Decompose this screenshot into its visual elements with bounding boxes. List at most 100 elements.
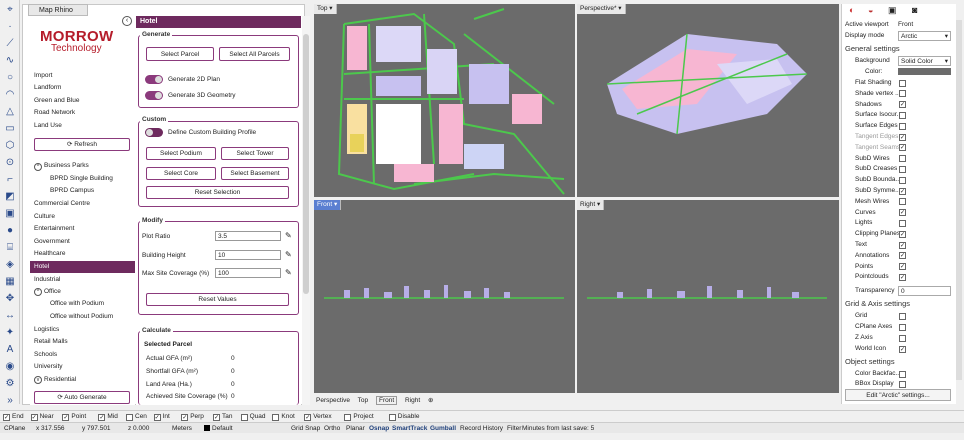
sphere-tool-icon[interactable]: ●	[3, 224, 17, 238]
generate-2d-toggle[interactable]	[145, 75, 163, 84]
nav-item-industrial[interactable]: Industrial	[34, 274, 60, 286]
collapse-panel-icon[interactable]: ‹	[122, 16, 132, 26]
osnap-checkbox[interactable]	[240, 414, 248, 421]
transform-tool-icon[interactable]: ✥	[3, 292, 17, 306]
nav-item-entertainment[interactable]: Entertainment	[34, 223, 74, 235]
arc-tool-icon[interactable]: ◠	[3, 88, 17, 102]
rectangle-tool-icon[interactable]: ▭	[3, 122, 17, 136]
reset-selection-button[interactable]: Reset Selection	[146, 186, 289, 199]
tab-top[interactable]: Top	[358, 397, 368, 404]
transparency-input[interactable]: 0	[898, 286, 951, 296]
nav-item-landform[interactable]: Landform	[34, 82, 61, 94]
grid-option-checkbox[interactable]: ✓	[899, 345, 906, 353]
render-tool-icon[interactable]: ◉	[3, 360, 17, 374]
display-option-checkbox[interactable]: ✓	[899, 187, 906, 195]
edit-arctic-button[interactable]: Edit "Arctic" settings...	[845, 389, 951, 401]
auto-generate-button[interactable]: ⟳ Auto Generate	[34, 391, 130, 404]
add-tab-icon[interactable]: ⊕	[428, 397, 433, 404]
display-option-checkbox[interactable]	[899, 165, 906, 173]
layer-icon[interactable]: ▣	[888, 5, 897, 16]
tab-front[interactable]: Front	[375, 396, 398, 405]
circle-tool-icon[interactable]: ○	[3, 71, 17, 85]
layer-name[interactable]: Default	[212, 423, 233, 434]
select-all-parcels-button[interactable]: Select All Parcels	[219, 47, 290, 61]
display-option-checkbox[interactable]: ✓	[899, 133, 906, 141]
display-option-checkbox[interactable]: ✓	[899, 263, 906, 271]
generate-3d-toggle[interactable]	[145, 91, 163, 100]
point-tool-icon[interactable]: ·	[3, 20, 17, 34]
light-tool-icon[interactable]: ✦	[3, 326, 17, 340]
status-toggle[interactable]: Grid Snap	[291, 423, 320, 434]
status-toggle[interactable]: Gumball	[430, 423, 456, 434]
grid-option-checkbox[interactable]	[899, 312, 906, 320]
display-option-checkbox[interactable]: ✓	[899, 209, 906, 217]
edit-icon[interactable]: ✎	[285, 231, 294, 240]
display-option-checkbox[interactable]: ✓	[899, 144, 906, 152]
display-option-checkbox[interactable]	[899, 122, 906, 130]
nav-item-healthcare[interactable]: Healthcare	[34, 248, 65, 260]
select-tower-button[interactable]: Select Tower	[221, 147, 289, 160]
viewport-right[interactable]: Right ▾	[577, 200, 839, 393]
nav-item-office-no-podium[interactable]: Office without Podium	[50, 311, 113, 323]
nav-item-business-parks[interactable]: Business Parks	[44, 160, 89, 172]
nav-item-university[interactable]: University	[34, 361, 63, 373]
nav-item-retail[interactable]: Retail Malls	[34, 336, 68, 348]
select-core-button[interactable]: Select Core	[146, 167, 216, 180]
nav-item-office[interactable]: Office	[44, 286, 61, 298]
osnap-checkbox[interactable]: ✓	[62, 414, 70, 421]
nav-item-import[interactable]: Import	[34, 70, 52, 82]
display-option-checkbox[interactable]	[899, 90, 906, 98]
osnap-checkbox[interactable]	[126, 414, 133, 421]
nav-item-road-network[interactable]: Road Network	[34, 107, 75, 119]
object-option-checkbox[interactable]	[899, 370, 906, 378]
viewport-front[interactable]: Front ▾	[314, 200, 575, 393]
curve-tool-icon[interactable]: ∿	[3, 54, 17, 68]
nav-item-culture[interactable]: Culture	[34, 211, 55, 223]
object-option-checkbox[interactable]	[899, 380, 906, 388]
osnap-checkbox[interactable]	[388, 414, 396, 421]
osnap-checkbox[interactable]: ✓	[98, 414, 106, 421]
select-basement-button[interactable]: Select Basement	[221, 167, 289, 180]
box-tool-icon[interactable]: ▣	[3, 207, 17, 221]
display-option-checkbox[interactable]: ✓	[899, 273, 906, 281]
nav-item-logistics[interactable]: Logistics	[34, 324, 59, 336]
more-tools-icon[interactable]: »	[3, 394, 17, 408]
status-toggle[interactable]: Filter	[507, 423, 521, 434]
props-scrollbar[interactable]	[956, 20, 962, 380]
polyline-tool-icon[interactable]: ⟋	[3, 37, 17, 51]
grid-option-checkbox[interactable]	[899, 334, 906, 342]
osnap-checkbox[interactable]: ✓	[304, 414, 312, 421]
select-podium-button[interactable]: Select Podium	[146, 147, 216, 160]
site-coverage-input[interactable]: 100	[215, 268, 281, 278]
osnap-checkbox[interactable]	[272, 414, 280, 421]
nav-item-residential[interactable]: Residential	[44, 374, 76, 386]
background-select[interactable]: Solid Color ▾	[898, 56, 951, 66]
boolean-tool-icon[interactable]: ◈	[3, 258, 17, 272]
chevron-up-icon[interactable]: ^	[34, 288, 42, 296]
display-option-checkbox[interactable]: ✓	[899, 230, 906, 238]
display-icon[interactable]: ◐	[849, 5, 854, 15]
chevron-up-icon[interactable]: ^	[34, 163, 42, 171]
edit-icon[interactable]: ✎	[285, 250, 294, 259]
display-option-checkbox[interactable]	[899, 176, 906, 184]
nav-item-hotel[interactable]: Hotel	[30, 261, 135, 273]
viewport-perspective[interactable]: Perspective* ▾	[577, 4, 839, 197]
grid-option-checkbox[interactable]	[899, 323, 906, 331]
cylinder-tool-icon[interactable]: ⌸	[3, 241, 17, 255]
osnap-checkbox[interactable]: ✓	[153, 414, 161, 421]
select-tool-icon[interactable]: ⌖	[3, 3, 17, 17]
status-toggle[interactable]: Ortho	[324, 423, 340, 434]
display-option-checkbox[interactable]	[899, 198, 906, 206]
building-height-input[interactable]: 10	[215, 250, 281, 260]
osnap-checkbox[interactable]: ✓	[3, 414, 10, 421]
refresh-button[interactable]: ⟳ Refresh	[34, 138, 130, 151]
color-swatch[interactable]	[898, 68, 951, 75]
dimension-tool-icon[interactable]: ↔	[3, 309, 17, 323]
nav-item-schools[interactable]: Schools	[34, 349, 57, 361]
mesh-tool-icon[interactable]: ▦	[3, 275, 17, 289]
fillet-tool-icon[interactable]: ⌐	[3, 173, 17, 187]
plugin-tab[interactable]: Map Rhino Plugin	[28, 4, 88, 25]
nav-item-commercial[interactable]: Commercial Centre	[34, 198, 90, 210]
viewport-top[interactable]: Top ▾	[314, 4, 575, 197]
osnap-checkbox[interactable]: ✓	[181, 414, 189, 421]
